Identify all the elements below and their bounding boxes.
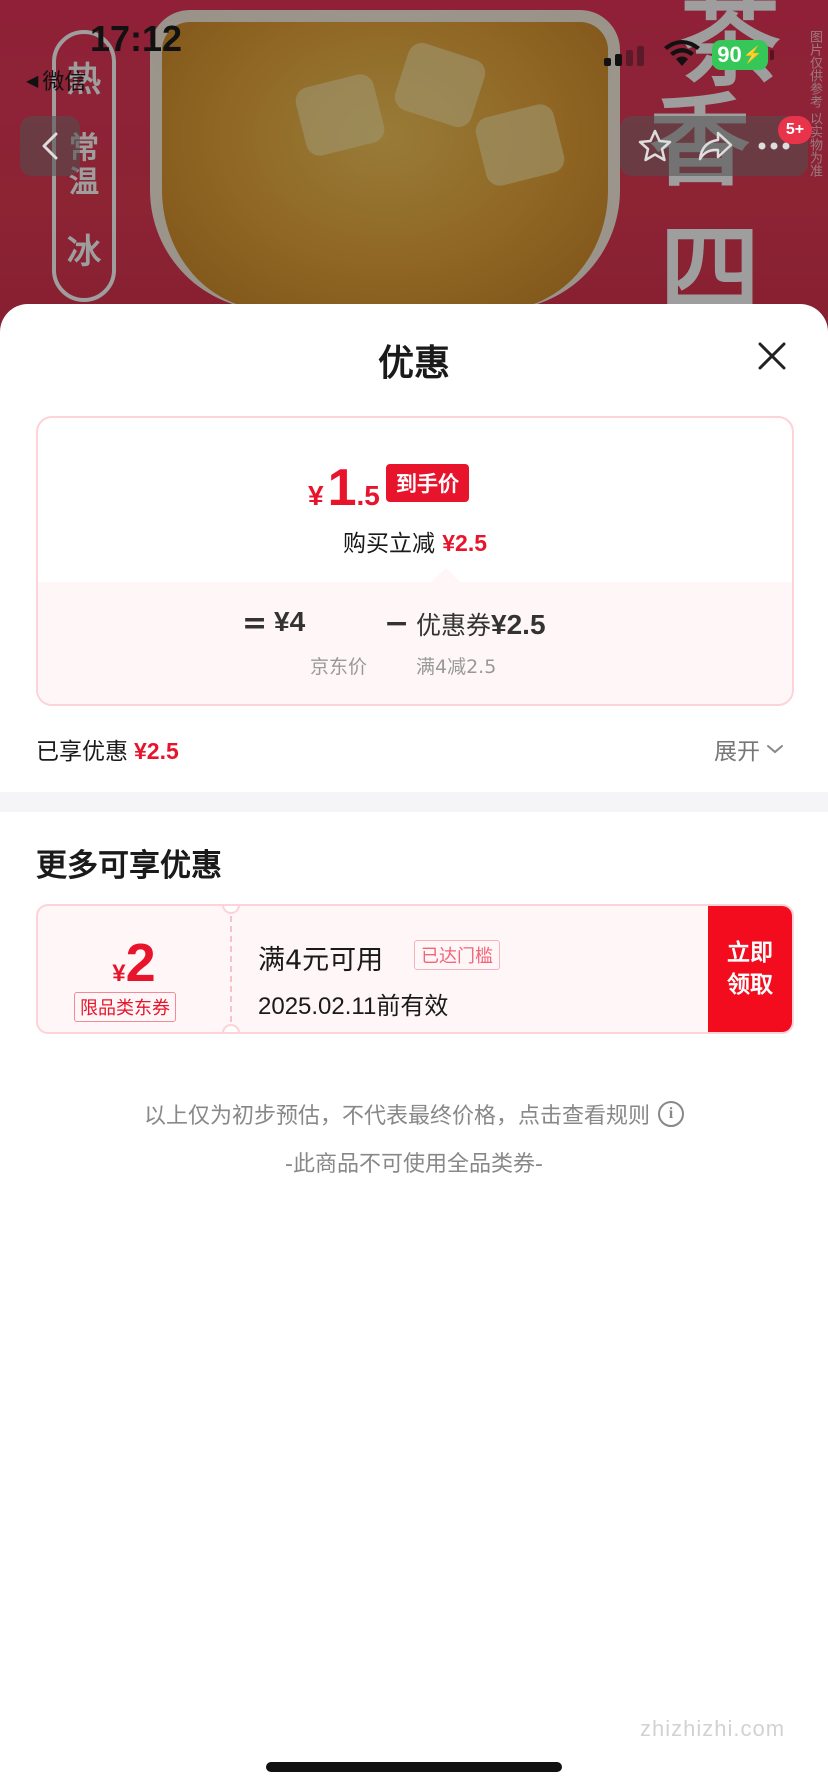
threshold-reached-tag: 已达门槛	[414, 940, 500, 970]
sheet-title: 优惠	[377, 343, 450, 384]
estimate-note: 以上仅为初步预估，不代表最终价格，点击查看规则	[143, 1104, 650, 1129]
message-badge: 5+	[778, 116, 812, 144]
info-icon: i	[658, 1101, 684, 1127]
section-divider	[0, 792, 828, 812]
price-breakdown-card: ¥ 1 .5 到手价 购买立减 ¥2.5 = ¥4 − 优惠券¥2.5 京东价 …	[36, 416, 794, 706]
coupon-currency: ¥	[112, 960, 126, 987]
final-price-integer: 1	[327, 459, 357, 517]
claim-line-1: 立即	[727, 940, 773, 966]
final-price-currency: ¥	[308, 480, 324, 511]
coupon-deduction: 优惠券¥2.5	[416, 606, 546, 642]
estimate-rules-link[interactable]: 以上仅为初步预估，不代表最终价格，点击查看规则 i	[0, 1098, 828, 1130]
instant-cut-amount: ¥2.5	[442, 530, 488, 556]
battery-indicator: 90 ⚡	[712, 40, 774, 70]
star-favorite-icon[interactable]	[637, 128, 673, 164]
instant-cut-line: 购买立减 ¥2.5	[38, 524, 792, 558]
coupon-valid-date: 2025.02.11	[258, 993, 377, 1020]
coupon-validity: 2025.02.11前有效	[258, 986, 448, 1021]
charging-bolt-icon: ⚡	[742, 47, 763, 64]
claim-coupon-button[interactable]: 立即 领取	[708, 906, 792, 1032]
final-price: ¥ 1 .5	[308, 458, 380, 518]
discount-sheet: 优惠 ¥ 1 .5 到手价 购买立减 ¥2.5 = ¥4 − 优惠券¥2.5 京…	[0, 304, 828, 1792]
expand-toggle[interactable]: 展开	[714, 732, 784, 766]
status-bar: 17:12 ◀ 微信 90 ⚡	[0, 0, 828, 100]
coupon-rule-label: 满4减2.5	[416, 656, 497, 678]
coupon-value: 2	[125, 933, 156, 993]
coupon-amount: ¥2	[38, 932, 230, 994]
more-offers-title: 更多可享优惠	[36, 848, 222, 884]
nav-back-button[interactable]	[20, 116, 80, 176]
home-indicator[interactable]	[266, 1762, 562, 1772]
chevron-down-icon	[767, 745, 783, 754]
chevron-left-icon	[42, 132, 58, 160]
coupon-condition: 满4元可用	[258, 945, 384, 976]
close-icon[interactable]	[754, 338, 790, 374]
coupon-type-tag: 限品类东券	[74, 992, 176, 1022]
equals-sign: =	[242, 606, 268, 641]
back-triangle-icon: ◀	[26, 70, 39, 90]
enjoyed-label: 已享优惠	[36, 739, 128, 765]
wifi-icon	[664, 40, 700, 66]
coupon-card: ¥2 限品类东券 满4元可用 已达门槛 2025.02.11前有效 立即 领取	[36, 904, 794, 1034]
battery-level: 90	[717, 42, 742, 67]
signal-icon	[604, 46, 644, 66]
back-app-label: 微信	[42, 70, 87, 95]
status-time: 17:12	[90, 18, 183, 59]
coupon-deduction-label: 优惠券	[416, 611, 492, 640]
expand-label: 展开	[714, 739, 760, 765]
coupon-deduction-amount: ¥2.5	[491, 609, 546, 640]
coupon-valid-suffix: 前有效	[376, 992, 449, 1020]
coupon-notch-top	[222, 906, 240, 914]
claim-line-2: 领取	[727, 972, 773, 998]
hand-price-tag: 到手价	[386, 464, 469, 502]
share-icon[interactable]	[696, 128, 734, 164]
final-price-decimal: .5	[356, 480, 380, 511]
coupon-dashed-divider	[230, 906, 232, 1032]
enjoyed-discount: 已享优惠 ¥2.5	[36, 732, 179, 766]
instant-cut-label: 购买立减	[342, 531, 435, 557]
minus-sign: −	[384, 606, 410, 641]
watermark: zhizhizhi.com	[640, 1716, 786, 1741]
enjoyed-amount: ¥2.5	[134, 738, 179, 764]
coupon-notch-bottom	[222, 1024, 240, 1032]
back-to-app[interactable]: ◀ 微信	[26, 64, 86, 96]
restriction-note: -此商品不可使用全品类券-	[285, 1152, 543, 1177]
jd-price-label: 京东价	[310, 656, 368, 678]
price-formula: = ¥4 − 优惠券¥2.5	[38, 606, 792, 646]
jd-price-value: ¥4	[274, 606, 306, 637]
